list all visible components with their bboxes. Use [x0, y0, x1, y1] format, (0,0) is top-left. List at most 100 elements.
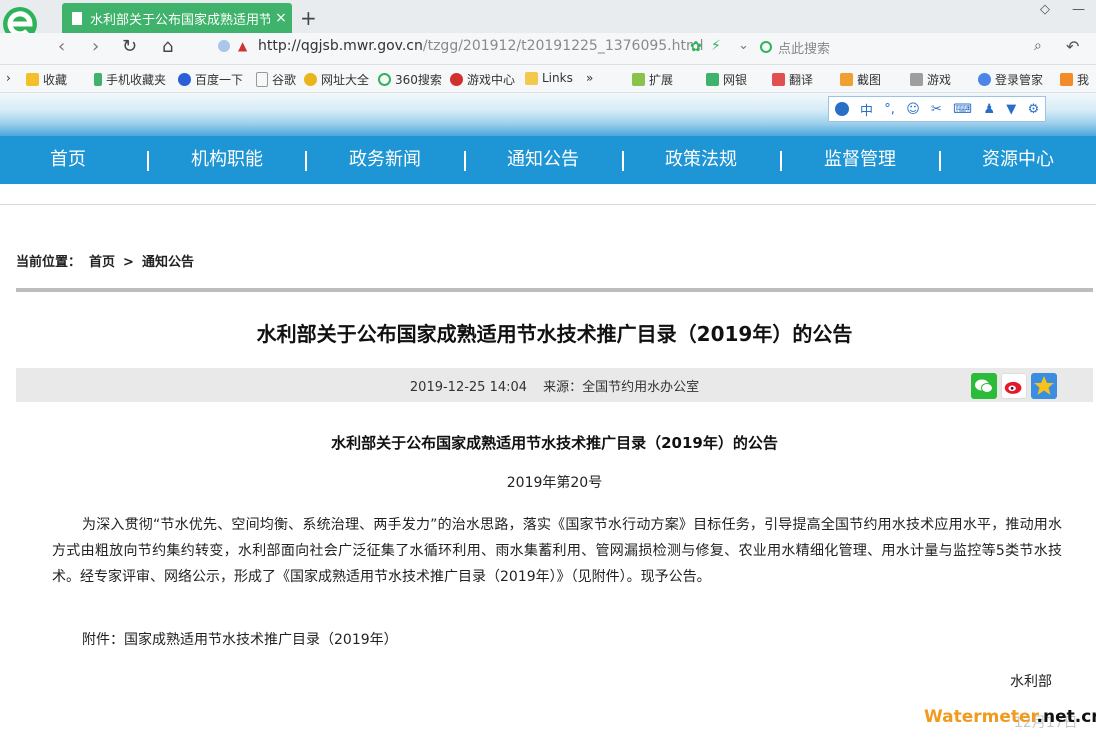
nav-item-resources[interactable]: 资源中心	[982, 136, 1054, 184]
search-placeholder: 点此搜索	[778, 41, 831, 57]
nav-separator	[147, 151, 149, 171]
new-tab-button[interactable]: +	[300, 6, 317, 30]
skin-icon[interactable]: ◇	[1040, 2, 1050, 17]
gear-icon[interactable]: ⚙	[1028, 102, 1040, 117]
url-path: /tzgg/201912/t20191225_1376095.html	[422, 38, 704, 54]
document-number: 2019年第20号	[506, 475, 603, 491]
urls-icon	[304, 73, 317, 86]
article-date: 2019-12-25 14:04	[409, 380, 528, 395]
nav-item-supervision[interactable]: 监督管理	[824, 136, 896, 184]
cert-warning-icon[interactable]: ▲	[238, 39, 247, 53]
active-tab[interactable]: 水利部关于公布国家成熟适用节水... ×	[62, 3, 292, 33]
search-engine-icon	[760, 41, 772, 53]
folder-icon	[525, 71, 538, 85]
security-icon[interactable]	[218, 40, 230, 52]
extensions-icon	[632, 73, 645, 86]
bookmarks-bar: › 收藏 手机收藏夹 百度一下 谷歌 网址大全 360搜索 游戏中心 Links…	[0, 65, 1096, 93]
forward-icon[interactable]: ›	[92, 36, 99, 57]
nav-item-news[interactable]: 政务新闻	[349, 136, 421, 184]
skin-icon[interactable]: ▼	[1006, 102, 1016, 117]
bookmark-games[interactable]: 游戏中心	[450, 71, 515, 88]
bookmark-more-icon[interactable]: »	[586, 71, 593, 85]
emoji-icon[interactable]: ☺	[906, 102, 920, 117]
qzone-share-icon[interactable]	[1031, 373, 1057, 399]
main-nav: 首页 机构职能 政务新闻 通知公告 政策法规 监督管理 资源中心	[0, 136, 1096, 184]
bookmark-collapse-icon[interactable]: ›	[6, 71, 11, 85]
punctuation-icon[interactable]: °,	[884, 102, 895, 117]
star-icon	[26, 73, 39, 86]
article-meta: 2019-12-25 14:04 来源：全国节约用水办公室	[16, 376, 1093, 395]
tab-title: 水利部关于公布国家成熟适用节水...	[90, 12, 270, 28]
baidu-icon	[178, 73, 191, 86]
divider	[0, 204, 1096, 205]
toolbar-screenshot[interactable]: 截图	[840, 71, 881, 88]
toolbar-extensions[interactable]: 扩展	[632, 71, 673, 88]
nav-separator	[464, 151, 466, 171]
breadcrumb: 当前位置： 首页 > 通知公告	[16, 251, 202, 270]
ime-toolbar[interactable]: 中 °, ☺ ✂ ⌨ ♟ ▼ ⚙	[828, 96, 1046, 122]
toolbar-translate[interactable]: 翻译	[772, 71, 813, 88]
bookmark-favorites[interactable]: 收藏	[26, 71, 67, 88]
nav-separator	[622, 151, 624, 171]
bookmark-google[interactable]: 谷歌	[256, 71, 296, 88]
phone-icon	[94, 73, 102, 86]
search360-icon	[378, 73, 391, 86]
key-icon	[978, 73, 991, 86]
shield-icon	[706, 73, 719, 86]
nav-item-org[interactable]: 机构职能	[191, 136, 263, 184]
bookmark-mobile[interactable]: 手机收藏夹	[94, 71, 166, 88]
scissors-icon[interactable]: ✂	[931, 102, 942, 117]
home-icon[interactable]: ⌂	[162, 36, 173, 57]
ime-mode[interactable]: 中	[860, 100, 873, 119]
article-title: 水利部关于公布国家成熟适用节水技术推广目录（2019年）的公告	[256, 322, 853, 346]
article-subtitle: 水利部关于公布国家成熟适用节水技术推广目录（2019年）的公告	[331, 434, 778, 452]
back-icon[interactable]: ‹	[58, 36, 65, 57]
scissors-icon	[840, 73, 853, 86]
nav-item-home[interactable]: 首页	[50, 136, 86, 184]
minimize-icon[interactable]: —	[1072, 2, 1085, 17]
nav-separator	[305, 151, 307, 171]
bookmark-360[interactable]: 360搜索	[378, 71, 442, 88]
breadcrumb-prefix: 当前位置：	[16, 255, 82, 270]
search-icon[interactable]: ⌕	[1034, 38, 1042, 54]
breadcrumb-current[interactable]: 通知公告	[142, 255, 194, 270]
bookmark-links[interactable]: Links	[525, 71, 573, 85]
user-icon	[1060, 73, 1073, 86]
user-icon[interactable]: ♟	[983, 102, 995, 117]
chevron-down-icon[interactable]: ⌄	[738, 38, 749, 53]
bookmark-baidu[interactable]: 百度一下	[178, 71, 243, 88]
gamepad-icon	[910, 73, 923, 86]
wechat-share-icon[interactable]	[971, 373, 997, 399]
reload-icon[interactable]: ↻	[122, 36, 137, 57]
speed-mode-icon[interactable]: ✿	[690, 39, 702, 55]
nav-item-notices[interactable]: 通知公告	[507, 136, 579, 184]
breadcrumb-sep: >	[123, 255, 134, 270]
attachment-link[interactable]: 附件：国家成熟适用节水技术推广目录（2019年）	[82, 629, 398, 649]
breadcrumb-home[interactable]: 首页	[89, 255, 115, 270]
watermark: Watermeter.net.cn	[924, 707, 1096, 727]
url-input[interactable]: http://qgjsb.mwr.gov.cn/tzgg/201912/t201…	[258, 38, 704, 54]
url-host: http://qgjsb.mwr.gov.cn	[258, 38, 423, 54]
toolbar-bank[interactable]: 网银	[706, 71, 747, 88]
nav-item-policy[interactable]: 政策法规	[665, 136, 737, 184]
bookmark-urls[interactable]: 网址大全	[304, 71, 369, 88]
toolbar-games[interactable]: 游戏	[910, 71, 951, 88]
article-source: 来源：全国节约用水办公室	[543, 380, 700, 395]
weibo-share-icon[interactable]	[1001, 373, 1027, 399]
search-input[interactable]: 点此搜索	[760, 36, 1056, 58]
nav-separator	[939, 151, 941, 171]
undo-icon[interactable]: ↶	[1066, 37, 1079, 56]
signature: 水利部	[1010, 674, 1052, 690]
close-tab-icon[interactable]: ×	[270, 10, 292, 26]
translate-icon	[772, 73, 785, 86]
page-icon	[72, 11, 82, 25]
page-icon	[256, 72, 268, 87]
lightning-icon[interactable]: ⚡	[711, 38, 721, 54]
divider	[16, 288, 1093, 292]
ime-logo-icon[interactable]	[834, 102, 849, 116]
keyboard-icon[interactable]: ⌨	[953, 102, 972, 117]
toolbar-me[interactable]: 我	[1060, 71, 1089, 88]
toolbar-login[interactable]: 登录管家	[978, 71, 1043, 88]
nav-separator	[780, 151, 782, 171]
article-body: 为深入贯彻“节水优先、空间均衡、系统治理、两手发力”的治水思路，落实《国家节水行…	[52, 517, 1062, 585]
